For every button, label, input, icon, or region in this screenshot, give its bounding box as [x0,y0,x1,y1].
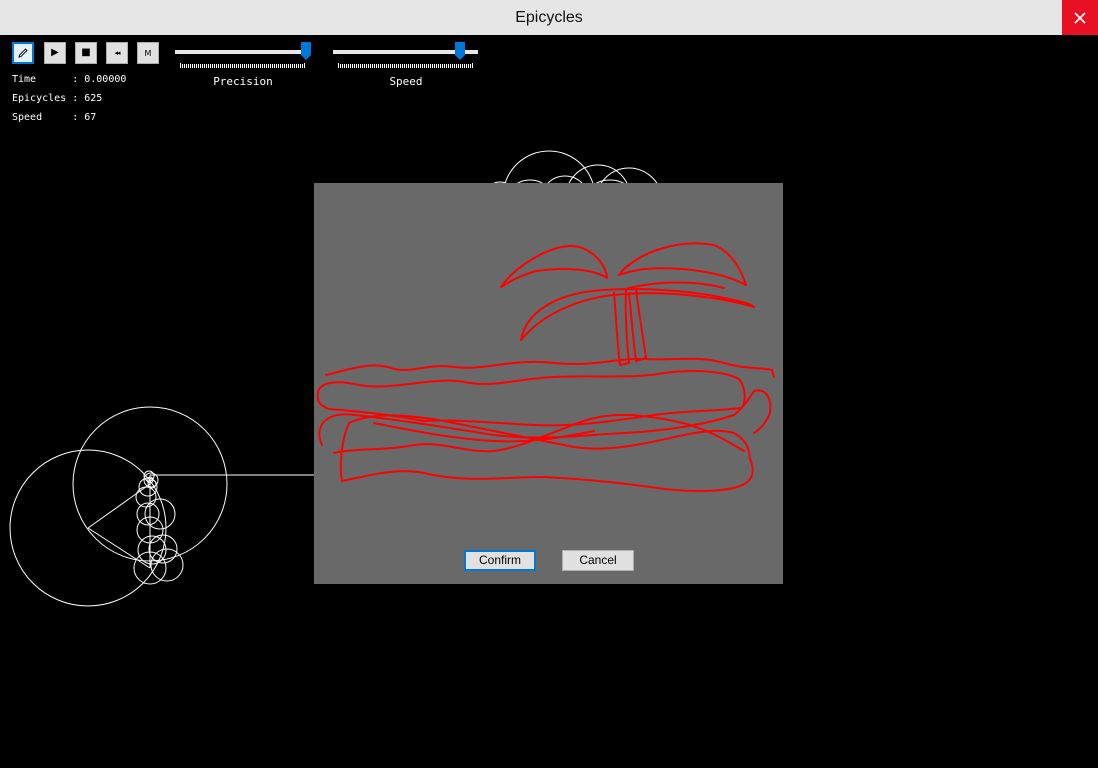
stop-icon: ■ [81,47,91,58]
drawing-stroke [771,369,775,378]
speed-readout: Speed : 67 [12,112,97,123]
confirm-button[interactable]: Confirm [464,550,536,571]
drawing-stroke [628,288,647,362]
stop-button[interactable]: ■ [75,42,97,64]
play-button[interactable]: ▶ [44,42,66,64]
speed-label: Speed [389,75,423,88]
close-button[interactable] [1062,0,1098,35]
mode-button-label: M [144,48,152,58]
epicycle-radius [87,527,151,569]
title-bar: Epicycles [0,0,1098,35]
precision-slider-track[interactable] [175,50,306,54]
drawing-stroke [613,288,630,366]
cancel-button[interactable]: Cancel [562,550,634,571]
drawing-stroke [618,242,747,286]
rewind-button[interactable]: ◂◂ [106,42,128,64]
precision-slider-ticks [180,63,305,68]
rewind-icon: ◂◂ [114,48,120,57]
speed-slider-ticks [338,63,473,68]
draw-button[interactable] [12,42,34,64]
drawing-stroke [500,244,608,288]
epicycle-circle [150,548,184,582]
window-title: Epicycles [515,9,583,26]
drawing-canvas[interactable] [314,183,783,584]
close-icon [1074,11,1086,24]
epicycles-readout: Epicycles : 625 [12,93,103,104]
pencil-icon [18,48,28,58]
precision-label: Precision [213,75,273,88]
play-icon: ▶ [51,47,59,58]
drawing-stroke [625,281,725,290]
mode-button[interactable]: M [137,42,159,64]
precision-slider[interactable]: Precision [175,42,311,88]
speed-slider[interactable]: Speed [333,42,479,88]
drawing-dialog: Confirm Cancel [314,183,783,584]
drawing-stroke [316,370,746,427]
time-readout: Time : 0.00000 [12,74,127,85]
speed-slider-thumb[interactable] [454,42,465,60]
drawing-stroke [325,357,773,376]
precision-slider-thumb[interactable] [301,42,311,60]
